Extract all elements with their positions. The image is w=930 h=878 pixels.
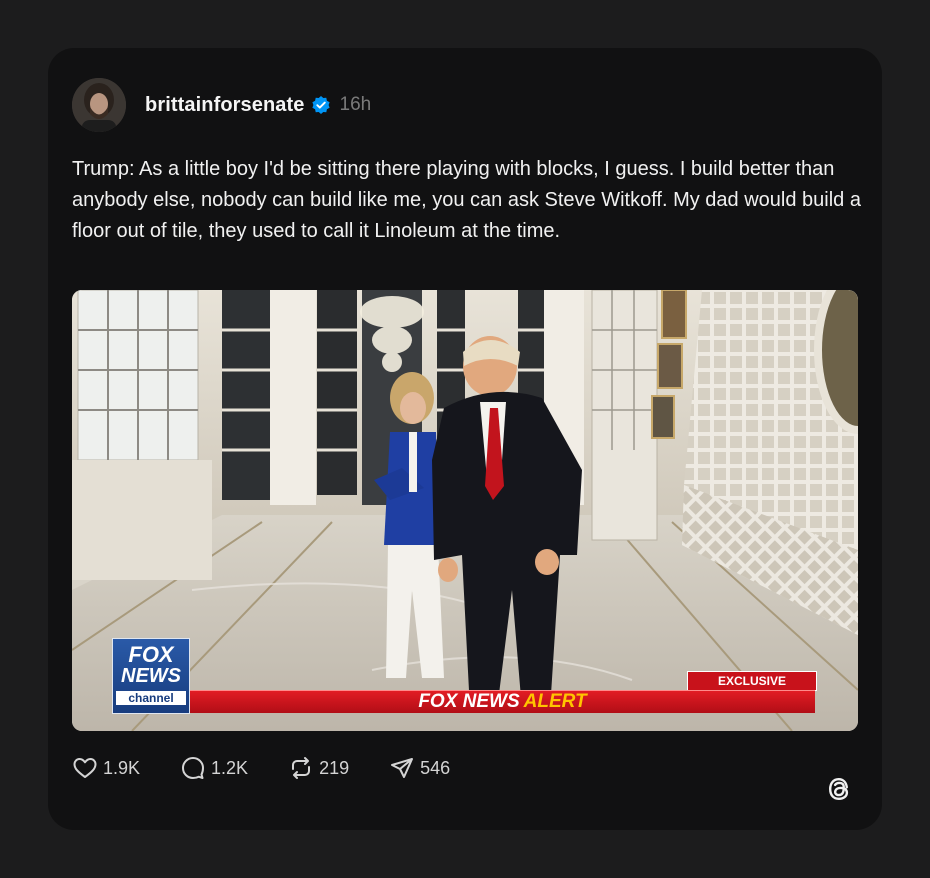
threads-logo-icon[interactable] xyxy=(822,772,856,806)
fox-logo-text: FOX xyxy=(128,642,174,667)
alert-word-text: ALERT xyxy=(523,691,587,712)
post-header: brittainforsenate 16h xyxy=(145,92,371,118)
post-timestamp: 16h xyxy=(339,94,372,115)
alert-prefix-text: FOX NEWS xyxy=(418,691,520,712)
news-alert-banner: FOX NEWS ALERT xyxy=(190,690,815,713)
reply-count: 1.2K xyxy=(211,757,249,778)
exclusive-badge: EXCLUSIVE xyxy=(687,671,817,691)
username-link[interactable]: brittainforsenate xyxy=(145,94,305,117)
like-count: 1.9K xyxy=(103,757,141,778)
channel-logo-text: channel xyxy=(116,691,186,705)
like-button[interactable]: 1.9K xyxy=(72,755,140,781)
send-icon xyxy=(391,758,414,778)
post-video-frame[interactable]: FOX NEWS channel EXCLUSIVE FOX NEWS ALER… xyxy=(72,290,858,731)
avatar[interactable] xyxy=(72,78,126,132)
action-bar: 1.9K 1.2K 219 546 xyxy=(72,754,490,782)
avatar-image xyxy=(72,78,126,132)
repost-button[interactable]: 219 xyxy=(288,755,349,781)
reply-button[interactable]: 1.2K xyxy=(180,755,248,781)
post-text: Trump: As a little boy I'd be sitting th… xyxy=(72,158,861,242)
news-logo-text: NEWS xyxy=(121,665,181,687)
repost-count: 219 xyxy=(319,757,350,778)
post-card: brittainforsenate 16h Trump: As a little… xyxy=(48,48,882,830)
fox-news-logo: FOX NEWS channel xyxy=(112,638,190,714)
share-count: 546 xyxy=(420,757,451,778)
verified-badge-icon xyxy=(311,95,331,115)
heart-icon xyxy=(73,758,97,778)
comment-icon xyxy=(182,757,205,779)
share-button[interactable]: 546 xyxy=(389,755,450,781)
repost-icon xyxy=(292,757,311,779)
